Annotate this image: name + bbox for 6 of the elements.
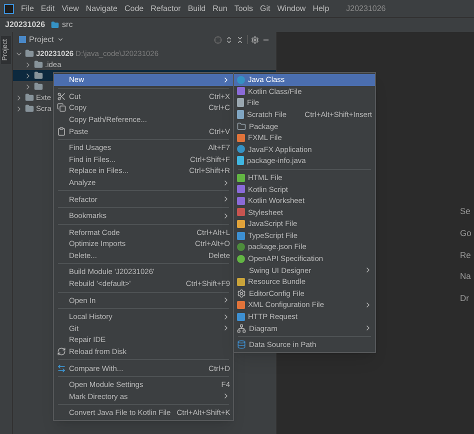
editor-hint-text: Na xyxy=(460,270,472,283)
project-title: J20231026 xyxy=(346,2,386,14)
editor-hint-text: Dr xyxy=(460,292,470,305)
editor-hint-text: Se xyxy=(460,205,472,218)
editor-hint-text: Go xyxy=(460,226,472,240)
editor-hint-text: Re xyxy=(460,248,472,262)
